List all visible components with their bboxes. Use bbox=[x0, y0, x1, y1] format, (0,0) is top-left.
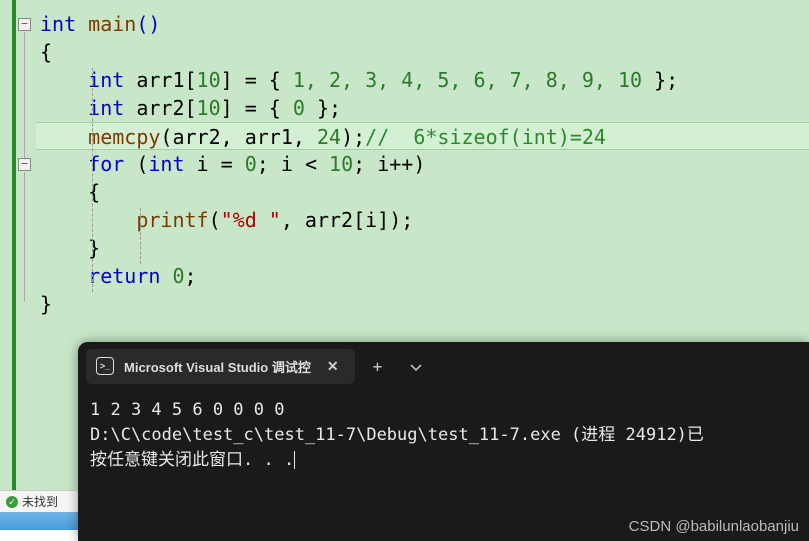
terminal-tab[interactable]: >_ Microsoft Visual Studio 调试控 ✕ bbox=[86, 349, 355, 384]
fold-guide bbox=[24, 32, 25, 160]
status-ok-icon: ✓ bbox=[6, 496, 18, 508]
code-line-highlighted: memcpy(arr2, arr1, 24);// 6*sizeof(int)=… bbox=[36, 122, 809, 150]
status-bar: ✓ 未找到 bbox=[0, 490, 78, 512]
chevron-down-icon bbox=[410, 364, 422, 372]
status-text: 未找到 bbox=[22, 493, 58, 510]
code-line: } bbox=[36, 290, 809, 318]
terminal-cursor bbox=[294, 451, 295, 469]
code-line: for (int i = 0; i < 10; i++) bbox=[36, 150, 809, 178]
terminal-output[interactable]: 1 2 3 4 5 6 0 0 0 0 D:\C\code\test_c\tes… bbox=[78, 390, 809, 481]
fold-column: − − bbox=[16, 0, 36, 490]
new-tab-button[interactable]: + bbox=[359, 351, 397, 382]
code-line: { bbox=[36, 38, 809, 66]
close-icon[interactable]: ✕ bbox=[321, 358, 345, 375]
blue-strip bbox=[0, 512, 78, 530]
code-line: return 0; bbox=[36, 262, 809, 290]
terminal-icon: >_ bbox=[96, 357, 114, 375]
code-line: int arr1[10] = { 1, 2, 3, 4, 5, 6, 7, 8,… bbox=[36, 66, 809, 94]
watermark: CSDN @babilunlaobanjiu bbox=[629, 518, 799, 535]
tab-dropdown-button[interactable] bbox=[396, 351, 436, 382]
code-line: int main() bbox=[36, 10, 809, 38]
tab-title: Microsoft Visual Studio 调试控 bbox=[124, 357, 311, 376]
indent-guide bbox=[140, 208, 141, 264]
indent-guide bbox=[92, 68, 93, 292]
fold-guide bbox=[24, 172, 25, 302]
terminal-window: >_ Microsoft Visual Studio 调试控 ✕ + 1 2 3… bbox=[78, 342, 809, 541]
fold-toggle-main[interactable]: − bbox=[18, 18, 31, 31]
code-line: { bbox=[36, 178, 809, 206]
code-line: printf("%d ", arr2[i]); bbox=[36, 206, 809, 234]
code-line: int arr2[10] = { 0 }; bbox=[36, 94, 809, 122]
tab-bar: >_ Microsoft Visual Studio 调试控 ✕ + bbox=[78, 342, 809, 390]
code-line: } bbox=[36, 234, 809, 262]
gutter-edge bbox=[0, 0, 16, 490]
fold-toggle-for[interactable]: − bbox=[18, 158, 31, 171]
